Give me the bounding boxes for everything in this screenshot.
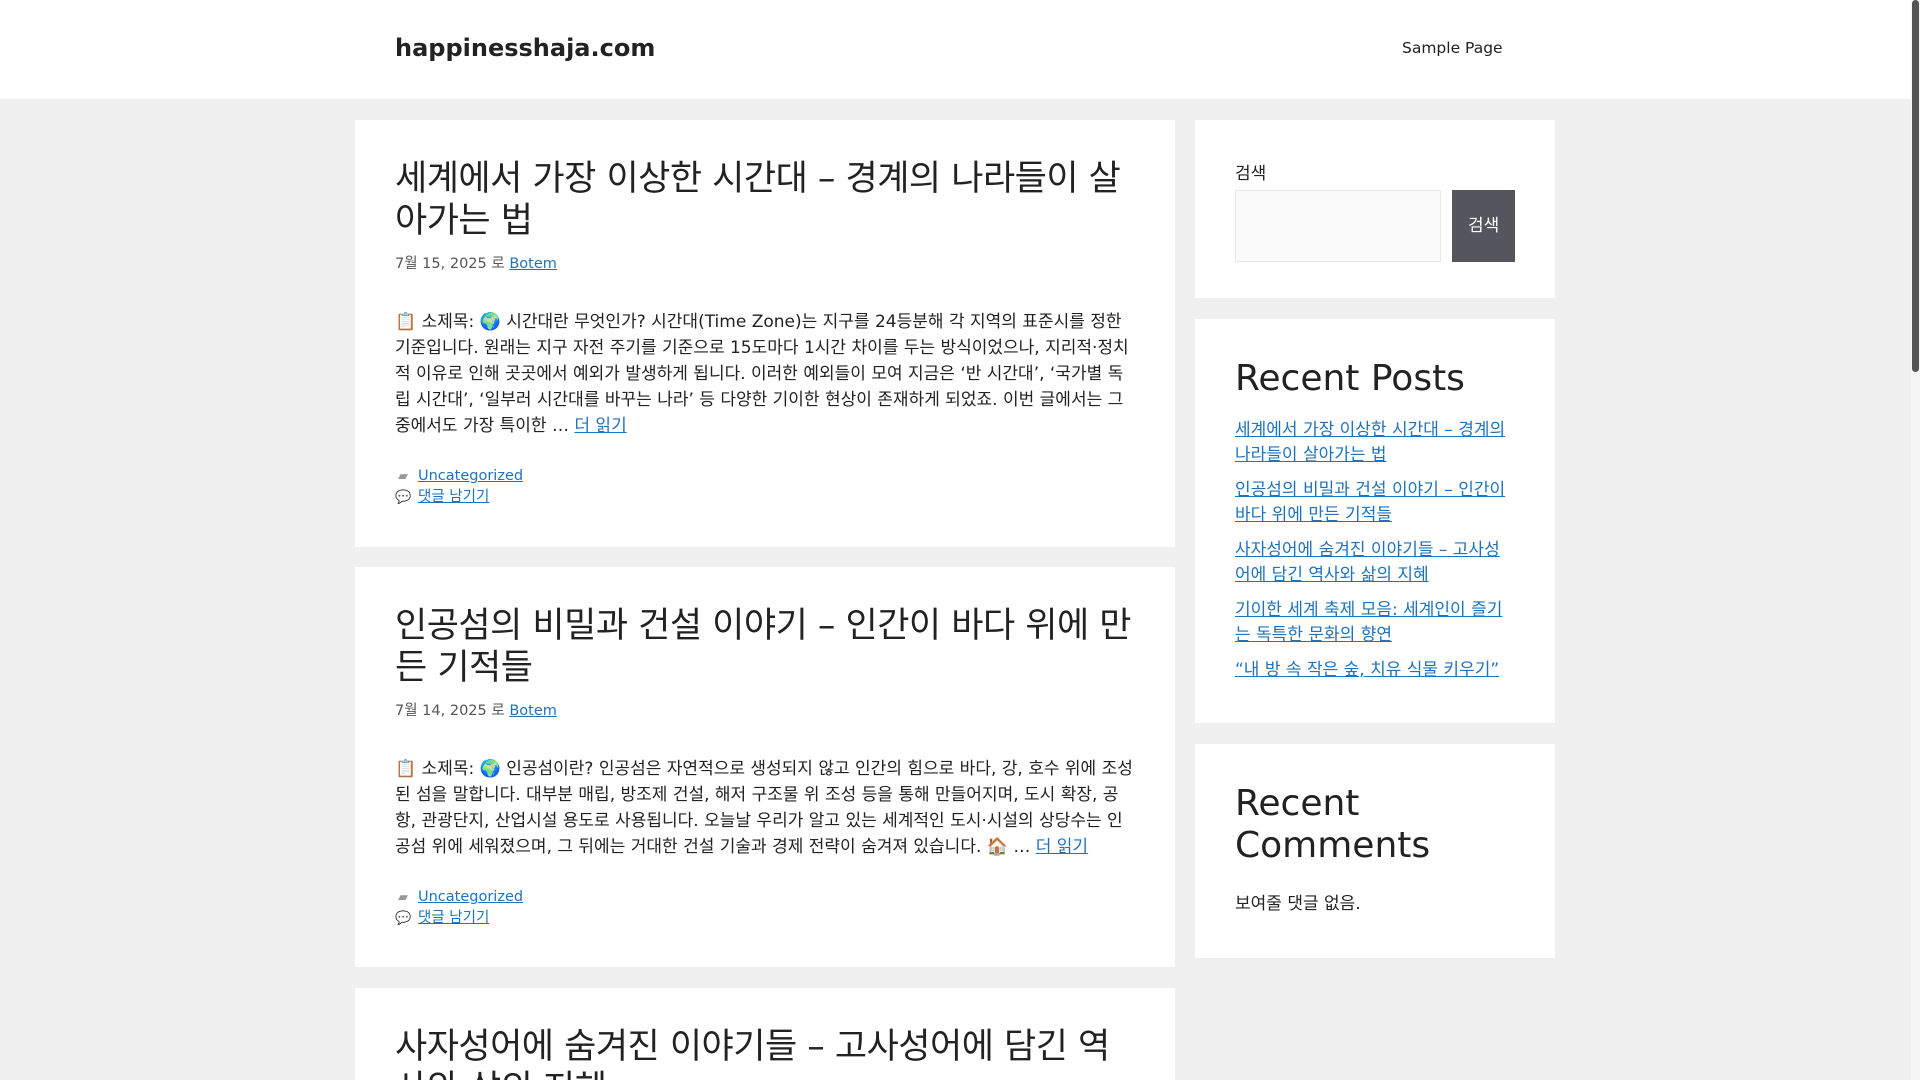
post-card: 인공섬의 비밀과 건설 이야기 – 인간이 바다 위에 만든 기적들 7월 14…	[355, 567, 1175, 967]
post-date: 7월 14, 2025	[395, 703, 487, 719]
category-link[interactable]: Uncategorized	[418, 887, 523, 908]
post-author-link[interactable]: Botem	[509, 256, 557, 272]
post-excerpt-text: 📋 소제목: 🌍 시간대란 무엇인가? 시간대(Time Zone)는 지구를 …	[395, 312, 1129, 436]
recent-post-link[interactable]: 세계에서 가장 이상한 시간대 – 경계의 나라들이 살아가는 법	[1235, 420, 1505, 465]
list-item: 기이한 세계 축제 모음: 세계인이 즐기는 독특한 문화의 향연	[1235, 598, 1515, 648]
category-link[interactable]: Uncategorized	[418, 466, 523, 487]
search-button[interactable]: 검색	[1452, 190, 1515, 262]
recent-posts-title: Recent Posts	[1235, 358, 1465, 399]
search-input[interactable]	[1235, 190, 1442, 262]
no-comments-text: 보여줄 댓글 없음.	[1235, 894, 1361, 914]
search-label: 검색	[1235, 164, 1267, 184]
post-card: 세계에서 가장 이상한 시간대 – 경계의 나라들이 살아가는 법 7월 15,…	[355, 120, 1175, 547]
post-excerpt-text: 📋 소제목: 🌍 인공섬이란? 인공섬은 자연적으로 생성되지 않고 인간의 힘…	[395, 759, 1133, 857]
read-more-link[interactable]: 더 읽기	[574, 416, 626, 436]
post-footer: ▰ Uncategorized 💬 댓글 남기기	[395, 466, 1135, 508]
scrollbar-track[interactable]	[1911, 0, 1920, 1080]
post-excerpt: 📋 소제목: 🌍 시간대란 무엇인가? 시간대(Time Zone)는 지구를 …	[395, 309, 1135, 439]
comments-icon: 💬	[395, 490, 412, 505]
folder-icon: ▰	[398, 469, 408, 484]
post-title-text[interactable]: 사자성어에 숨겨진 이야기들 – 고사성어에 담긴 역사와 삶의 지혜	[395, 1027, 1110, 1080]
list-item: 세계에서 가장 이상한 시간대 – 경계의 나라들이 살아가는 법	[1235, 418, 1515, 468]
post-meta: 7월 14, 2025 로 Botem	[395, 699, 1135, 720]
recent-comments-title: Recent Comments	[1235, 783, 1431, 866]
scrollbar-thumb[interactable]	[1912, 0, 1919, 372]
post-by: 로	[491, 256, 505, 272]
list-item: 사자성어에 숨겨진 이야기들 – 고사성어에 담긴 역사와 삶의 지혜	[1235, 538, 1515, 588]
post-title[interactable]: 사자성어에 숨겨진 이야기들 – 고사성어에 담긴 역사와 삶의 지혜	[395, 1026, 1135, 1080]
folder-icon: ▰	[398, 890, 408, 905]
site-header: happinesshaja.com Sample Page	[0, 0, 1911, 99]
comments-icon: 💬	[395, 911, 412, 926]
recent-post-link[interactable]: 기이한 세계 축제 모음: 세계인이 즐기는 독특한 문화의 향연	[1235, 600, 1502, 645]
list-item: 인공섬의 비밀과 건설 이야기 – 인간이 바다 위에 만든 기적들	[1235, 478, 1515, 528]
recent-posts-widget: Recent Posts 세계에서 가장 이상한 시간대 – 경계의 나라들이 …	[1195, 319, 1555, 723]
post-title[interactable]: 세계에서 가장 이상한 시간대 – 경계의 나라들이 살아가는 법	[395, 158, 1135, 242]
recent-comments-widget: Recent Comments 보여줄 댓글 없음.	[1195, 744, 1555, 958]
post-footer: ▰ Uncategorized 💬 댓글 남기기	[395, 887, 1135, 929]
post-card: 사자성어에 숨겨진 이야기들 – 고사성어에 담긴 역사와 삶의 지혜	[355, 988, 1175, 1080]
recent-post-link[interactable]: 인공섬의 비밀과 건설 이야기 – 인간이 바다 위에 만든 기적들	[1235, 480, 1505, 525]
post-author-link[interactable]: Botem	[509, 703, 557, 719]
search-widget: 검색 검색	[1195, 120, 1555, 298]
read-more-link[interactable]: 더 읽기	[1036, 837, 1088, 857]
post-date: 7월 15, 2025	[395, 256, 487, 272]
recent-posts-list: 세계에서 가장 이상한 시간대 – 경계의 나라들이 살아가는 법 인공섬의 비…	[1235, 418, 1515, 683]
post-excerpt: 📋 소제목: 🌍 인공섬이란? 인공섬은 자연적으로 생성되지 않고 인간의 힘…	[395, 756, 1135, 860]
site-title-link[interactable]: happinesshaja.com	[395, 34, 655, 62]
recent-post-link[interactable]: 사자성어에 숨겨진 이야기들 – 고사성어에 담긴 역사와 삶의 지혜	[1235, 540, 1500, 585]
nav-sample-page[interactable]: Sample Page	[1402, 39, 1503, 57]
recent-post-link[interactable]: “내 방 속 작은 숲, 치유 식물 키우기”	[1235, 660, 1499, 680]
post-by: 로	[491, 703, 505, 719]
post-title[interactable]: 인공섬의 비밀과 건설 이야기 – 인간이 바다 위에 만든 기적들	[395, 605, 1135, 689]
list-item: “내 방 속 작은 숲, 치유 식물 키우기”	[1235, 658, 1515, 683]
post-title-text[interactable]: 세계에서 가장 이상한 시간대 – 경계의 나라들이 살아가는 법	[395, 159, 1121, 241]
post-meta: 7월 15, 2025 로 Botem	[395, 252, 1135, 273]
leave-comment-link[interactable]: 댓글 남기기	[418, 487, 489, 508]
post-title-text[interactable]: 인공섬의 비밀과 건설 이야기 – 인간이 바다 위에 만든 기적들	[395, 606, 1132, 688]
leave-comment-link[interactable]: 댓글 남기기	[418, 908, 489, 929]
